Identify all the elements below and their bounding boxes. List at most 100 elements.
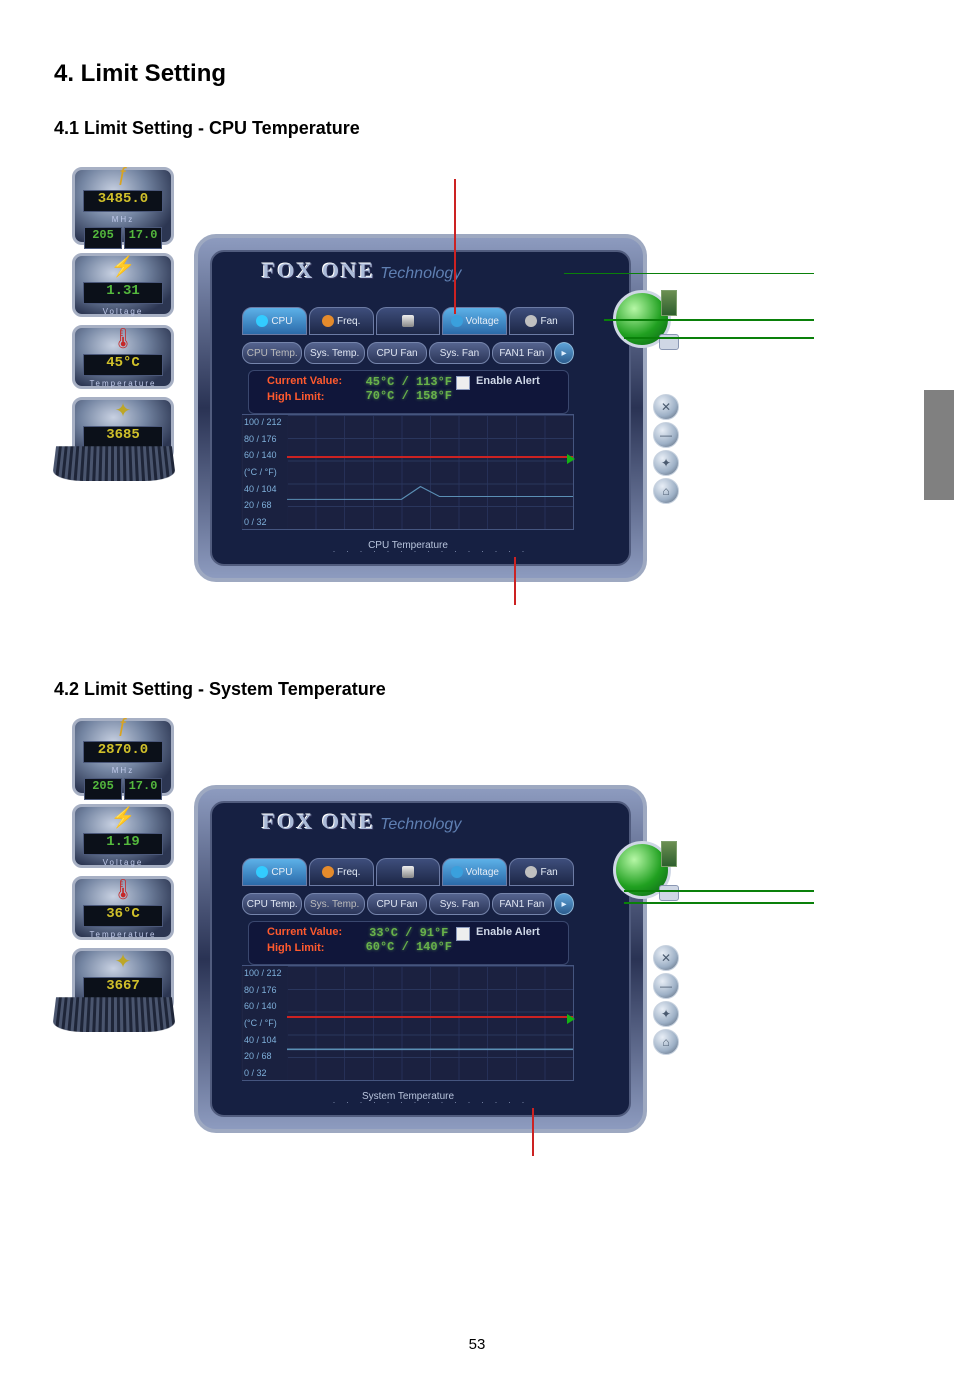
ytick: 80 / 176 <box>244 434 288 444</box>
clock-unit: MHz <box>112 766 134 775</box>
voltage-pod: ⚡ 1.19 Voltage <box>72 804 174 868</box>
ytick: 60 / 140 <box>244 450 288 460</box>
subtab-sys-fan[interactable]: Sys. Fan <box>429 342 489 364</box>
panel-inner: FOX ONE Technology CPU Freq. Voltage Fan… <box>210 801 631 1117</box>
tab-voltage-label: Voltage <box>466 316 499 327</box>
tab-fan[interactable]: Fan <box>509 858 574 886</box>
settings-icon[interactable]: ✦ <box>653 1001 679 1027</box>
settings-icon[interactable]: ✦ <box>653 450 679 476</box>
temperature-readout: 45°C <box>83 354 163 376</box>
high-limit-label: High Limit: <box>267 391 362 403</box>
subtab-sys-temp[interactable]: Sys. Temp. <box>304 342 364 364</box>
thermometer-icon: 🌡 <box>110 326 135 351</box>
voltage-readout: 1.31 <box>83 282 163 304</box>
secondary-tabs: CPU Temp. Sys. Temp. CPU Fan Sys. Fan FA… <box>242 893 574 915</box>
fan-readout: 3685 <box>83 426 163 448</box>
temperature-plot: 100 / 212 80 / 176 60 / 140 (°C / °F) 40… <box>242 414 574 530</box>
bus-readout: 205 <box>84 227 122 249</box>
enable-alert-label: Enable Alert <box>476 375 540 387</box>
enable-alert-option[interactable]: Enable Alert <box>456 926 560 941</box>
y-axis-unit: (°C / °F) <box>244 1018 288 1028</box>
y-axis-unit: (°C / °F) <box>244 467 288 477</box>
limit-slider-handle-icon[interactable] <box>567 454 575 464</box>
brand-bar: FOX ONE Technology <box>262 809 589 849</box>
close-icon[interactable]: ✕ <box>653 945 679 971</box>
current-value: 33°C / 91°F <box>362 926 457 940</box>
subtab-fan1-fan[interactable]: FAN1 Fan <box>492 342 552 364</box>
subtab-sys-temp[interactable]: Sys. Temp. <box>304 893 364 915</box>
timeline-dots: · · · · · · · · · · · · · · · <box>322 546 539 556</box>
enable-alert-option[interactable]: Enable Alert <box>456 375 560 390</box>
brand-tagline: Technology <box>380 816 461 833</box>
ytick: 20 / 68 <box>244 500 288 510</box>
plot-grid <box>287 966 573 1080</box>
fan-icon <box>525 866 537 878</box>
minimize-icon[interactable]: — <box>653 973 679 999</box>
mult-readout: 17.0 <box>124 778 162 800</box>
tab-cpu[interactable]: CPU <box>242 307 307 335</box>
speaker-grill <box>52 997 176 1032</box>
high-limit-line <box>287 456 573 458</box>
figure-cpu-temperature: FOX ONE Technology CPU Freq. Voltage Fan… <box>144 179 694 599</box>
left-gauge-column: ƒ 3485.0 MHz 205 17.0 ⚡ 1.31 Voltage 🌡 4… <box>72 167 180 469</box>
ytick: 0 / 32 <box>244 1068 288 1078</box>
tab-cpu[interactable]: CPU <box>242 858 307 886</box>
subtab-cpu-fan[interactable]: CPU Fan <box>367 342 427 364</box>
value-readout: Current Value: High Limit: 45°C / 113°F … <box>248 370 569 414</box>
secondary-tabs: CPU Temp. Sys. Temp. CPU Fan Sys. Fan FA… <box>242 342 574 364</box>
limit-slider-knob[interactable] <box>659 885 679 901</box>
foxone-panel: FOX ONE Technology CPU Freq. Voltage Fan… <box>194 234 647 582</box>
limit-slider-handle-icon[interactable] <box>567 1014 575 1024</box>
foxconn-logo-icon: ƒ <box>117 164 128 187</box>
ytick: 0 / 32 <box>244 517 288 527</box>
tab-fan[interactable]: Fan <box>509 307 574 335</box>
primary-tabs: CPU Freq. Voltage Fan <box>242 307 574 335</box>
high-limit-label: High Limit: <box>267 942 362 954</box>
high-limit-value: 60°C / 140°F <box>362 940 457 954</box>
clock-readout: 3485.0 <box>83 190 163 212</box>
temperature-curve <box>287 478 573 507</box>
subtab-cpu-temp[interactable]: CPU Temp. <box>242 893 302 915</box>
section-title-2: 4.2 Limit Setting - System Temperature <box>54 679 900 700</box>
subtab-sys-fan[interactable]: Sys. Fan <box>429 893 489 915</box>
close-icon[interactable]: ✕ <box>653 394 679 420</box>
ytick: 80 / 176 <box>244 985 288 995</box>
home-icon[interactable]: ⌂ <box>653 478 679 504</box>
current-value-label: Current Value: <box>267 375 362 387</box>
tab-unlabeled[interactable] <box>376 858 441 886</box>
temperature-label: Temperature <box>90 930 157 939</box>
clock-readout: 2870.0 <box>83 741 163 763</box>
tab-cpu-label: CPU <box>271 867 292 878</box>
tab-freq[interactable]: Freq. <box>309 858 374 886</box>
temperature-curve <box>287 1037 573 1058</box>
ytick: 100 / 212 <box>244 417 288 427</box>
tab-unlabeled[interactable] <box>376 307 441 335</box>
subtab-cpu-fan[interactable]: CPU Fan <box>367 893 427 915</box>
fan-icon: ✦ <box>115 949 132 974</box>
annotation-line <box>564 273 814 274</box>
clock-unit: MHz <box>112 215 134 224</box>
subtab-cpu-temp[interactable]: CPU Temp. <box>242 342 302 364</box>
minimize-icon[interactable]: — <box>653 422 679 448</box>
brand-name: FOX ONE <box>262 258 376 283</box>
tab-freq[interactable]: Freq. <box>309 307 374 335</box>
tab-voltage[interactable]: Voltage <box>442 858 507 886</box>
speaker-grill <box>52 446 176 481</box>
tab-voltage[interactable]: Voltage <box>442 307 507 335</box>
enable-alert-checkbox[interactable] <box>456 376 470 390</box>
subtab-fan1-fan[interactable]: FAN1 Fan <box>492 893 552 915</box>
limit-gauge <box>661 290 677 316</box>
subtab-next-arrow-icon[interactable]: ▸ <box>554 893 574 915</box>
temperature-pod: 🌡 36°C Temperature <box>72 876 174 940</box>
current-value: 45°C / 113°F <box>362 375 457 389</box>
fan-readout: 3667 <box>83 977 163 999</box>
temperature-pod: 🌡 45°C Temperature <box>72 325 174 389</box>
primary-tabs: CPU Freq. Voltage Fan <box>242 858 574 886</box>
section-title-1: 4.1 Limit Setting - CPU Temperature <box>54 118 900 139</box>
enable-alert-checkbox[interactable] <box>456 927 470 941</box>
left-gauge-column: ƒ 2870.0 MHz 205 17.0 ⚡ 1.19 Voltage 🌡 3… <box>72 718 180 1020</box>
home-icon[interactable]: ⌂ <box>653 1029 679 1055</box>
y-axis-ticks: 100 / 212 80 / 176 60 / 140 (°C / °F) 40… <box>241 966 288 1080</box>
annotation-line <box>454 179 456 314</box>
subtab-next-arrow-icon[interactable]: ▸ <box>554 342 574 364</box>
